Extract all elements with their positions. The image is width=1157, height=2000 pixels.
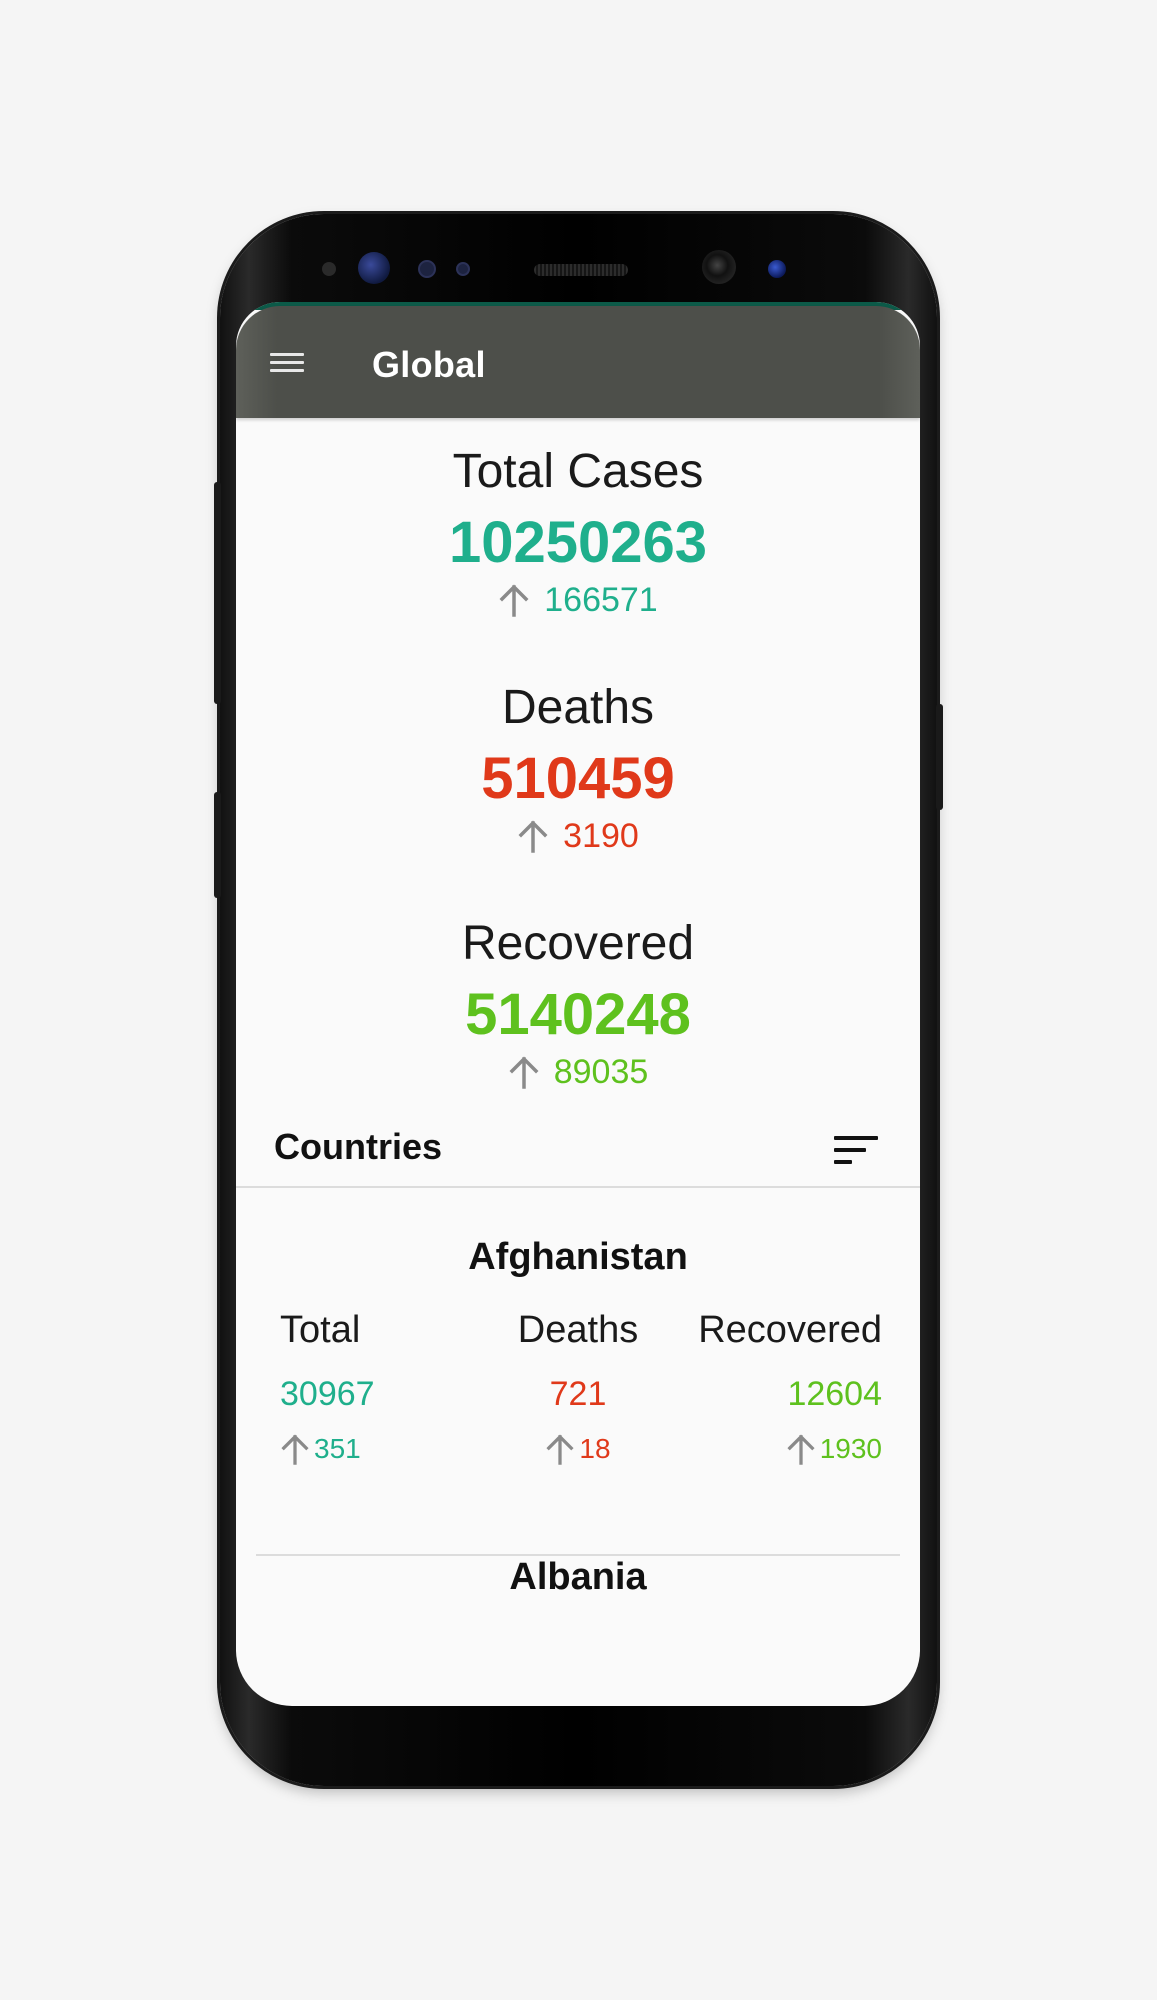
- countries-header: Countries: [236, 1120, 920, 1190]
- arrow-up-icon: [546, 1434, 574, 1465]
- iris-sensor: [358, 252, 390, 284]
- proximity-sensor: [322, 262, 336, 276]
- total-cases-summary: Total Cases 10250263 166571: [236, 444, 920, 620]
- hamburger-menu-icon[interactable]: [268, 348, 306, 378]
- recovered-delta: 89035: [236, 1052, 920, 1092]
- app-screen: Global Total Cases 10250263 166571 Death…: [236, 302, 920, 1706]
- divider: [236, 1186, 920, 1188]
- total-cases-delta-value: 166571: [544, 581, 658, 619]
- total-label: Total: [280, 1309, 361, 1351]
- arrow-up-icon: [787, 1434, 815, 1465]
- app-title: Global: [372, 344, 486, 385]
- iris-camera: [768, 260, 786, 278]
- recovered-summary: Recovered 5140248 89035: [236, 916, 920, 1092]
- deaths-delta-value: 18: [579, 1433, 611, 1464]
- total-delta: 351: [280, 1432, 375, 1466]
- deaths-value: 721: [549, 1375, 607, 1413]
- arrow-up-icon: [518, 820, 548, 853]
- recovered-value: 12604: [787, 1375, 882, 1413]
- earpiece-speaker: [534, 264, 628, 276]
- country-card-albania[interactable]: Albania: [236, 1556, 920, 1599]
- ir-sensor: [456, 262, 470, 276]
- recovered-label: Recovered: [698, 1309, 882, 1351]
- arrow-up-icon: [499, 584, 529, 617]
- front-camera: [702, 250, 736, 284]
- sort-icon[interactable]: [834, 1134, 880, 1168]
- deaths-delta-value: 3190: [563, 817, 639, 855]
- country-name: Afghanistan: [468, 1236, 688, 1278]
- app-bar: Global: [236, 306, 920, 418]
- total-cases-delta: 166571: [236, 580, 920, 620]
- country-recovered-column: Recovered 12604 1930: [698, 1308, 882, 1466]
- deaths-summary: Deaths 510459 3190: [236, 680, 920, 856]
- recovered-delta: 1930: [698, 1432, 882, 1466]
- country-deaths-column: Deaths 721 18: [450, 1308, 706, 1466]
- deaths-value: 510459: [481, 746, 675, 811]
- countries-title: Countries: [274, 1126, 443, 1167]
- total-delta-value: 351: [314, 1433, 361, 1464]
- arrow-up-icon: [281, 1434, 309, 1465]
- total-cases-value: 10250263: [448, 510, 708, 575]
- recovered-delta-value: 89035: [553, 1053, 649, 1091]
- power-button: [936, 704, 943, 810]
- light-sensor: [418, 260, 436, 278]
- volume-button: [214, 482, 221, 704]
- deaths-delta: 3190: [236, 816, 920, 856]
- deaths-label: Deaths: [517, 1309, 639, 1351]
- deaths-delta: 18: [450, 1432, 706, 1466]
- phone-frame: Global Total Cases 10250263 166571 Death…: [214, 214, 943, 1786]
- total-cases-label: Total Cases: [452, 445, 704, 498]
- deaths-label: Deaths: [501, 681, 655, 734]
- total-value: 30967: [280, 1375, 375, 1413]
- arrow-up-icon: [509, 1056, 539, 1089]
- country-card-afghanistan[interactable]: Afghanistan Total 30967 351 Deaths 721 1…: [236, 1232, 920, 1538]
- bixby-button: [214, 792, 221, 898]
- recovered-value: 5140248: [465, 982, 691, 1047]
- recovered-label: Recovered: [461, 917, 695, 970]
- country-total-column: Total 30967 351: [280, 1308, 375, 1466]
- recovered-delta-value: 1930: [819, 1433, 882, 1464]
